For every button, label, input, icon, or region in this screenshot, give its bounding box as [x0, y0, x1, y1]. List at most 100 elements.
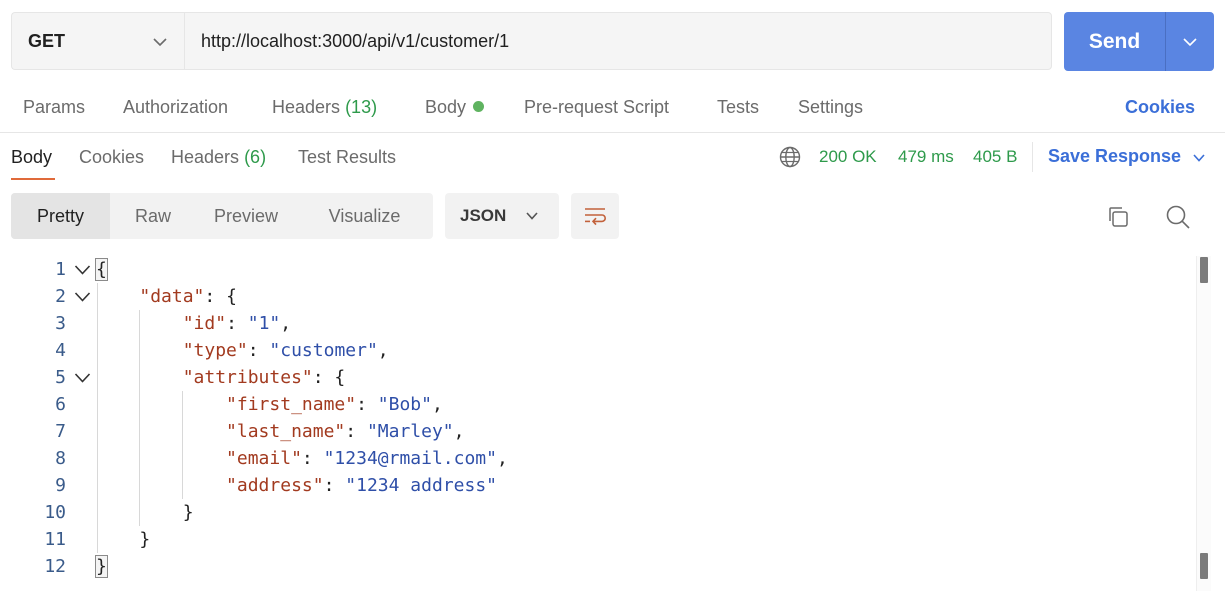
format-select[interactable]: JSON	[445, 193, 559, 239]
body-indicator-dot	[473, 101, 485, 112]
json-key: "attributes"	[182, 367, 313, 388]
send-options-button[interactable]	[1166, 12, 1214, 71]
json-value: "1"	[247, 313, 281, 334]
json-punctuation: : {	[204, 286, 237, 307]
send-button[interactable]: Send	[1064, 12, 1165, 71]
line-number: 4	[55, 340, 66, 361]
chevron-down-icon	[1183, 37, 1197, 46]
json-value: "1234 address"	[345, 475, 497, 496]
response-tab-headers[interactable]: Headers (6)	[171, 147, 266, 168]
response-time[interactable]: 479 ms	[898, 147, 954, 167]
code-line: "last_name": "Marley",	[96, 418, 465, 445]
view-preview[interactable]: Preview	[196, 193, 296, 239]
json-punctuation: ,	[453, 421, 465, 442]
json-key: "id"	[182, 313, 227, 334]
code-line: "address": "1234 address"	[96, 472, 497, 499]
copy-icon[interactable]	[1106, 205, 1130, 229]
line-number: 10	[44, 502, 66, 523]
search-icon[interactable]	[1165, 204, 1191, 230]
json-value: "Bob"	[377, 394, 432, 415]
json-key: "data"	[139, 286, 205, 307]
response-tab-test-results[interactable]: Test Results	[298, 147, 396, 168]
url-input[interactable]	[184, 12, 1052, 70]
tab-headers-label: Headers	[272, 97, 341, 117]
line-number: 12	[44, 556, 66, 577]
globe-icon[interactable]	[779, 146, 801, 168]
json-punctuation: ,	[496, 448, 508, 469]
json-punctuation: ,	[377, 340, 389, 361]
view-mode-toggle: Pretty Raw Preview Visualize	[11, 193, 433, 239]
json-punctuation	[96, 448, 226, 469]
tab-tests[interactable]: Tests	[717, 97, 759, 118]
json-punctuation	[96, 421, 226, 442]
view-visualize[interactable]: Visualize	[296, 193, 433, 239]
fold-chevron-icon[interactable]	[74, 291, 91, 303]
tab-pre-request-script[interactable]: Pre-request Script	[524, 97, 669, 118]
line-number: 5	[55, 367, 66, 388]
json-punctuation: }	[95, 555, 108, 578]
json-punctuation: : {	[312, 367, 346, 388]
response-size[interactable]: 405 B	[973, 147, 1017, 167]
status-divider	[1032, 142, 1033, 172]
send-button-group: Send	[1064, 12, 1214, 71]
code-line: "attributes": {	[96, 364, 346, 391]
code-line: "first_name": "Bob",	[96, 391, 443, 418]
code-line: "data": {	[96, 283, 237, 310]
json-key: "first_name"	[226, 394, 357, 415]
line-number: 2	[55, 286, 66, 307]
editor-scrollbar[interactable]	[1196, 256, 1211, 591]
line-number: 11	[44, 529, 66, 550]
format-label: JSON	[460, 206, 507, 225]
wrap-lines-button[interactable]	[571, 193, 619, 239]
json-punctuation: :	[356, 394, 378, 415]
status-code[interactable]: 200 OK	[819, 147, 877, 167]
json-value: "customer"	[269, 340, 378, 361]
json-punctuation	[96, 475, 226, 496]
save-response-button[interactable]: Save Response	[1048, 146, 1181, 167]
response-tab-cookies[interactable]: Cookies	[79, 147, 144, 168]
json-punctuation: }	[182, 502, 194, 523]
json-punctuation	[96, 286, 139, 307]
response-body-editor[interactable]: 1 2 3 4 5 6 7 8 9 10 11 12 { "data": { "…	[0, 256, 1225, 591]
json-key: "last_name"	[226, 421, 346, 442]
response-tab-body[interactable]: Body	[11, 147, 52, 168]
json-punctuation: }	[139, 529, 151, 550]
tab-authorization[interactable]: Authorization	[123, 97, 228, 118]
code-line: }	[96, 499, 194, 526]
json-key: "address"	[226, 475, 324, 496]
json-key: "type"	[182, 340, 248, 361]
method-select[interactable]: GET	[11, 12, 184, 70]
tab-params[interactable]: Params	[23, 97, 85, 118]
code-line: {	[95, 256, 108, 283]
json-punctuation: ,	[431, 394, 443, 415]
active-tab-indicator	[11, 178, 55, 180]
tab-headers[interactable]: Headers (13)	[272, 97, 377, 118]
json-key: "email"	[226, 448, 302, 469]
json-punctuation	[96, 313, 183, 334]
fold-chevron-icon[interactable]	[74, 264, 91, 276]
code-line: "email": "1234@rmail.com",	[96, 445, 508, 472]
scrollbar-thumb-top[interactable]	[1200, 257, 1208, 283]
fold-chevron-icon[interactable]	[74, 372, 91, 384]
line-number: 7	[55, 421, 66, 442]
tab-settings[interactable]: Settings	[798, 97, 863, 118]
view-raw[interactable]: Raw	[110, 193, 196, 239]
code-line: "id": "1",	[96, 310, 291, 337]
line-number: 6	[55, 394, 66, 415]
json-punctuation	[96, 502, 183, 523]
json-punctuation: :	[301, 448, 324, 469]
code-line: }	[96, 526, 150, 553]
json-punctuation: :	[226, 313, 248, 334]
chevron-down-icon[interactable]	[1192, 151, 1206, 165]
json-punctuation: :	[247, 340, 270, 361]
chevron-down-icon	[526, 212, 538, 220]
line-number: 3	[55, 313, 66, 334]
tab-body[interactable]: Body	[425, 97, 485, 118]
tab-headers-count: (13)	[345, 97, 378, 117]
view-pretty[interactable]: Pretty	[11, 193, 110, 239]
json-punctuation: ,	[280, 313, 292, 334]
code-line: }	[95, 553, 108, 580]
cookies-link[interactable]: Cookies	[1125, 97, 1195, 118]
scrollbar-thumb-bottom[interactable]	[1200, 553, 1208, 579]
json-value: "1234@rmail.com"	[323, 448, 497, 469]
